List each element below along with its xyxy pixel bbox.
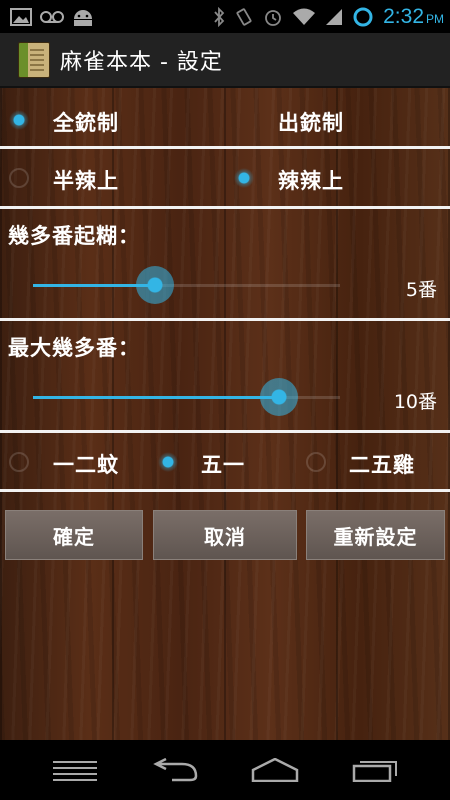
menu-icon[interactable] [52,758,98,782]
min-fan-title: 幾多番起糊： [8,224,140,248]
radio-spicy-option-1[interactable] [234,168,254,188]
vibrate-icon [236,7,252,26]
page-title: 麻雀本本 - 設定 [60,49,223,75]
navigation-bar [0,740,450,800]
max-fan-value: 10番 [393,391,437,413]
radio-payout-option-2[interactable] [306,452,326,472]
action-bar: 麻雀本本 - 設定 [0,33,450,88]
bluetooth-icon [214,6,225,27]
cancel-button[interactable]: 取消 [153,510,297,560]
status-bar: 2:32 PM [0,0,450,33]
alarm-icon [265,9,282,26]
clock: 2:32 PM [383,4,444,28]
radio-payout-option-1[interactable] [158,452,178,472]
image-icon [10,7,32,26]
max-fan-slider-fill [33,396,279,399]
back-icon[interactable] [152,758,198,782]
signal-icon [326,8,343,25]
radio-payout-option-0[interactable] [9,452,29,472]
mode-option-1-label[interactable]: 出銃制 [278,107,344,137]
radio-spicy-option-0[interactable] [9,168,29,188]
voicemail-icon [40,10,64,23]
home-icon[interactable] [251,758,299,782]
radio-mode-option-0[interactable] [9,110,29,130]
reset-button[interactable]: 重新設定 [306,510,445,560]
payout-option-2-label[interactable]: 二五雞 [349,449,415,479]
divider [0,146,450,149]
battery-icon [353,7,373,26]
divider [0,206,450,209]
divider [0,318,450,321]
divider [0,430,450,433]
payout-option-1-label[interactable]: 五一 [201,449,245,479]
max-fan-title: 最大幾多番： [8,336,140,360]
payout-option-0-label[interactable]: 一二蚊 [53,449,119,479]
android-icon [74,9,92,26]
min-fan-value: 5番 [405,279,437,301]
wifi-icon [293,8,316,25]
ok-button[interactable]: 確定 [5,510,143,560]
recent-apps-icon[interactable] [352,758,400,782]
spicy-option-1-label[interactable]: 辣辣上 [278,165,344,195]
mode-option-0-label[interactable]: 全銃制 [53,107,119,137]
divider [0,489,450,492]
min-fan-slider-thumb[interactable] [136,266,174,304]
max-fan-slider-thumb[interactable] [260,378,298,416]
spicy-option-0-label[interactable]: 半辣上 [53,165,119,195]
app-icon[interactable] [18,41,50,78]
